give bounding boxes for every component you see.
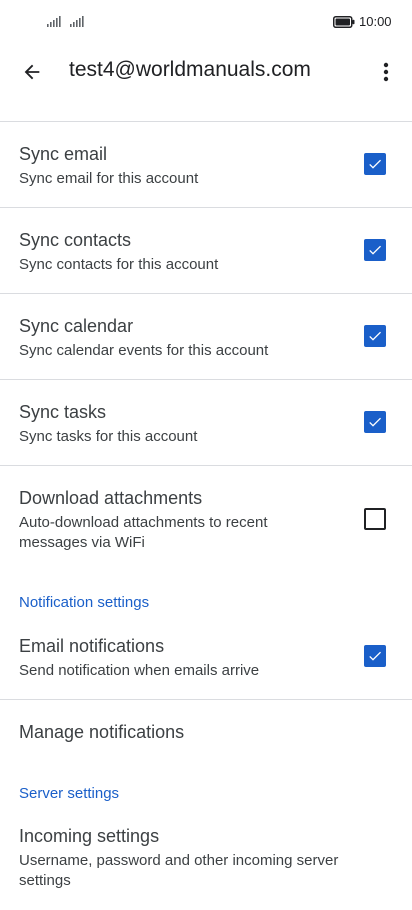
checkmark-icon	[369, 159, 381, 169]
setting-title: Sync calendar	[19, 316, 134, 336]
back-button[interactable]	[16, 56, 48, 88]
checkmark-icon	[369, 417, 381, 427]
manage-notifications-row[interactable]: Manage notifications	[0, 700, 412, 766]
setting-subtitle: Sync contacts for this account	[19, 256, 219, 273]
setting-title: Sync contacts	[19, 230, 132, 250]
setting-title: Email notifications	[19, 636, 165, 656]
email-notifications-row[interactable]: Email notifications Send notification wh…	[0, 614, 412, 699]
section-header-server: Server settings	[19, 785, 120, 802]
sync-email-checkbox[interactable]	[364, 153, 386, 175]
checkmark-icon	[369, 651, 381, 661]
setting-title: Sync email	[19, 144, 108, 164]
checkmark-icon	[369, 331, 381, 341]
more-options-button[interactable]	[374, 56, 398, 88]
setting-subtitle: Send notification when emails arrive	[19, 662, 260, 679]
setting-subtitle: Username, password and other incoming se…	[19, 852, 339, 889]
setting-title: Manage notifications	[19, 722, 185, 742]
signal-icon	[70, 16, 84, 27]
setting-title: Incoming settings	[19, 826, 160, 846]
sync-calendar-row[interactable]: Sync calendar Sync calendar events for t…	[0, 294, 412, 379]
sync-calendar-checkbox[interactable]	[364, 325, 386, 347]
email-notifications-checkbox[interactable]	[364, 645, 386, 667]
more-vert-icon	[383, 62, 389, 82]
checkmark-icon	[369, 245, 381, 255]
battery-icon	[333, 16, 355, 28]
setting-title: Download attachments	[19, 488, 203, 508]
incoming-settings-row[interactable]: Incoming settings Username, password and…	[0, 806, 412, 910]
sync-tasks-row[interactable]: Sync tasks Sync tasks for this account	[0, 380, 412, 465]
setting-subtitle: Auto-download attachments to recent mess…	[19, 514, 268, 551]
page-title: test4@worldmanuals.com	[69, 58, 311, 81]
sync-contacts-checkbox[interactable]	[364, 239, 386, 261]
app-bar: test4@worldmanuals.com	[0, 44, 412, 100]
setting-title: Sync tasks	[19, 402, 107, 422]
clock: 10:00	[359, 14, 392, 29]
download-attachments-row[interactable]: Download attachments Auto-download attac…	[0, 466, 412, 576]
status-bar: 10:00	[0, 0, 412, 44]
setting-subtitle: Sync tasks for this account	[19, 428, 198, 445]
download-attachments-checkbox[interactable]	[364, 508, 386, 530]
signal-icon	[47, 16, 61, 27]
arrow-back-icon	[24, 64, 40, 80]
sync-email-row[interactable]: Sync email Sync email for this account	[0, 122, 412, 207]
setting-subtitle: Sync calendar events for this account	[19, 342, 269, 359]
sync-tasks-checkbox[interactable]	[364, 411, 386, 433]
sync-contacts-row[interactable]: Sync contacts Sync contacts for this acc…	[0, 208, 412, 293]
setting-subtitle: Sync email for this account	[19, 170, 199, 187]
section-header-notifications: Notification settings	[19, 594, 150, 611]
